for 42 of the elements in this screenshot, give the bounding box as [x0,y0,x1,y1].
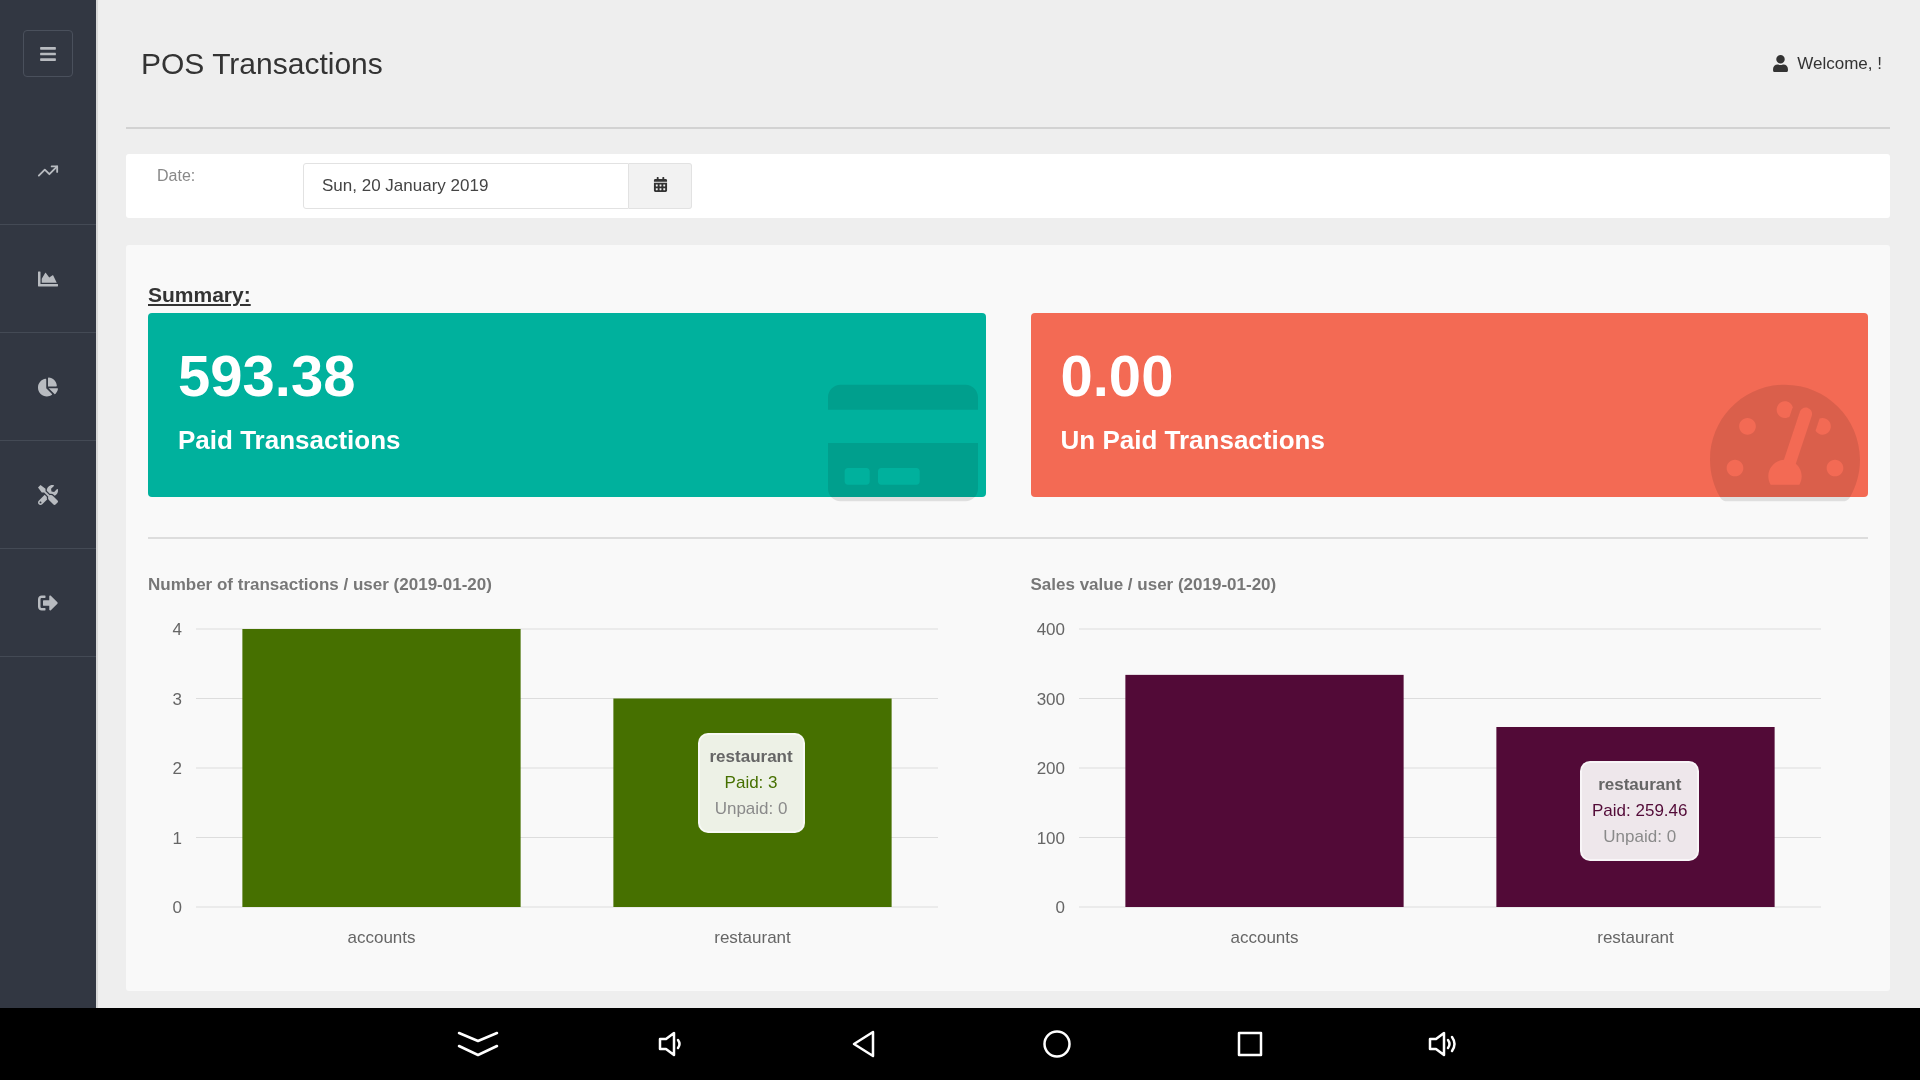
card-label: Paid Transactions [178,425,402,456]
page-title: POS Transactions [141,46,383,81]
axis-category-label: accounts [347,928,416,947]
axis-category-label: accounts [1230,928,1298,947]
tooltip-paid-value: Paid: 259.46 [1592,801,1688,821]
card-value: 0.00 [1060,347,1175,405]
chart-title: Sales value / user (2019-01-20) [1030,575,1278,595]
home-circle-icon [1041,1029,1072,1059]
axis-tick-label: 1 [172,828,182,848]
tooltip-paid-value: Paid: 3 [724,772,778,793]
double-chevron-down-icon [455,1029,500,1059]
axis-tick-label: 3 [172,689,182,709]
axis-category-label: restaurant [1596,928,1674,947]
recents-square-icon [1235,1030,1264,1058]
axis-tick-label: 2 [172,759,182,778]
date-input-field[interactable]: Sun, 20 January 2019 [303,163,629,209]
axis-tick-label: 100 [1036,828,1065,848]
card-label: Un Paid Transactions [1060,425,1326,456]
axis-tick-label: 300 [1036,689,1065,709]
axis-tick-label: 0 [172,898,182,917]
welcome-text: Welcome, ! [1797,53,1882,74]
axis-tick-label: 0 [1055,898,1065,917]
menu-icon [39,44,57,63]
back-triangle-icon [850,1029,877,1059]
calendar-button[interactable] [629,163,692,209]
axis-tick-label: 400 [1036,620,1065,639]
user-icon [1772,55,1790,72]
menu-button[interactable] [23,30,73,77]
card-value: 593.38 [178,347,357,405]
summary-title: Summary: [148,283,252,307]
axis-category-label: restaurant [714,928,791,947]
pie-chart-icon [38,376,58,397]
chart-title: Number of transactions / user (2019-01-20) [148,575,493,595]
axis-tick-label: 4 [172,620,182,639]
date-label: Date: [157,167,197,185]
calendar-icon [652,177,668,192]
tooltip-unpaid-value: Unpaid: 0 [1603,827,1677,847]
tooltip-unpaid-value: Unpaid: 0 [714,798,788,819]
tools-icon [38,484,58,505]
axis-tick-label: 200 [1036,759,1065,778]
tooltip-category: restaurant [709,746,793,767]
tooltip-category: restaurant [1598,775,1682,795]
